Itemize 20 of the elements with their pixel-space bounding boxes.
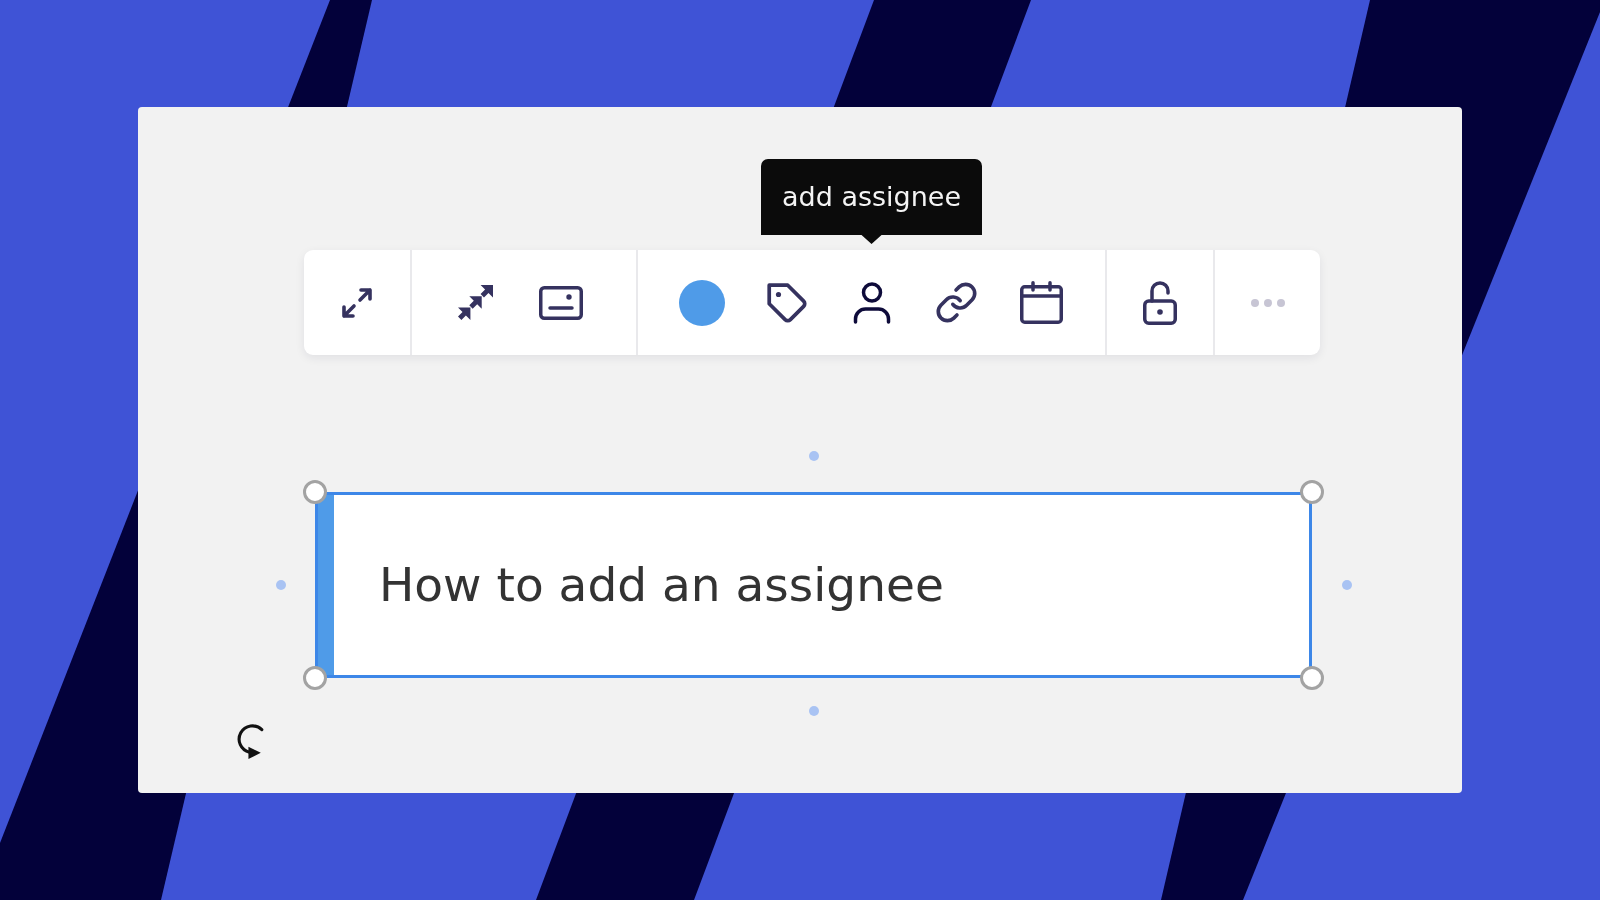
card-title: How to add an assignee: [379, 556, 944, 614]
link-icon[interactable]: [936, 282, 977, 323]
connection-point[interactable]: [276, 580, 286, 590]
resize-handle[interactable]: [1300, 666, 1324, 690]
connection-point[interactable]: [1342, 580, 1352, 590]
user-icon[interactable]: [852, 281, 891, 324]
connection-point[interactable]: [809, 451, 819, 461]
resize-handle[interactable]: [303, 666, 327, 690]
open-padlock-icon[interactable]: [1143, 280, 1177, 325]
connection-point[interactable]: [809, 706, 819, 716]
tag-icon[interactable]: [766, 282, 807, 323]
more-icon[interactable]: [1250, 298, 1285, 307]
resize-handle[interactable]: [303, 480, 327, 504]
resize-handle[interactable]: [1300, 480, 1324, 504]
calendar-icon[interactable]: [1020, 281, 1063, 324]
text-card[interactable]: How to add an assignee: [315, 492, 1312, 678]
stacked-arrows-icon[interactable]: [458, 285, 493, 320]
rotate-icon[interactable]: [237, 724, 264, 760]
tooltip: add assignee: [761, 159, 983, 244]
card-icon[interactable]: [538, 285, 583, 320]
